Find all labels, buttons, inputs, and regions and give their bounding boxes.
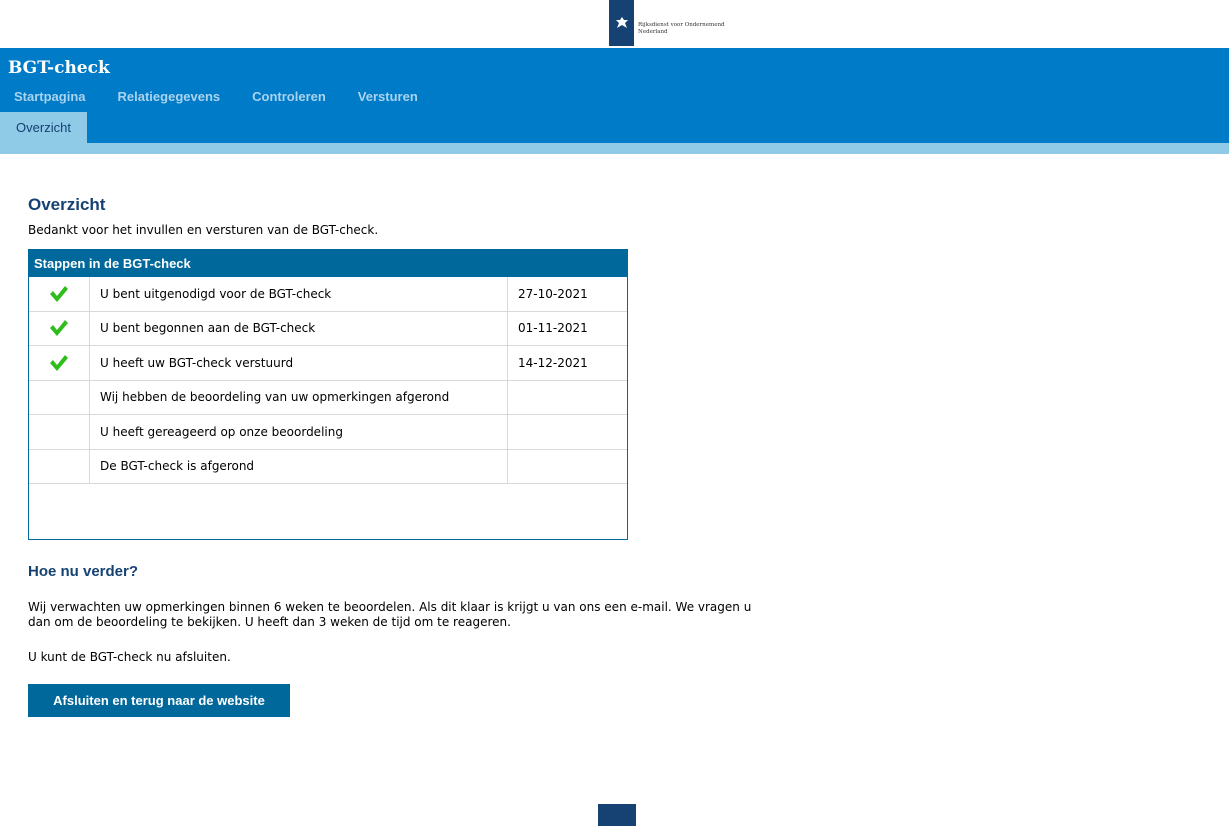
app-header: BGT-check Startpagina Relatiegegevens Co… [0,48,1229,143]
step-status-cell [29,311,90,345]
page-title: Overzicht [28,195,106,214]
step-date: 14-12-2021 [518,355,588,370]
next-steps-section: Hoe nu verder? Wij verwachten uw opmerki… [28,563,768,717]
logo-bar: Rijksdienst voor Ondernemend Nederland [0,0,1229,48]
checkmark-icon [50,285,68,302]
step-label: U bent uitgenodigd voor de BGT-check [90,277,508,311]
step-date [508,450,627,484]
step-date [508,415,627,449]
step-status-cell [29,277,90,311]
intro-text: Bedankt voor het invullen en versturen v… [28,223,379,237]
steps-table: Stappen in de BGT-check U bent uitgenodi… [28,249,628,540]
table-row: U heeft gereageerd op onze beoordeling [29,415,627,450]
step-status-cell [29,380,90,414]
app-title: BGT-check [8,58,110,78]
logo-line-1: Rijksdienst voor Ondernemend [638,22,725,28]
steps-table-body: U bent uitgenodigd voor de BGT-check 27-1… [29,277,627,484]
step-label: U heeft uw BGT-check verstuurd [90,346,508,380]
nav-item-controleren[interactable]: Controleren [252,89,326,104]
step-date: 27-10-2021 [518,286,588,301]
step-label: Wij hebben de beoordeling van uw opmerki… [90,380,508,414]
table-row: Wij hebben de beoordeling van uw opmerki… [29,380,627,415]
checkmark-icon [50,320,68,337]
step-label: U heeft gereageerd op onze beoordeling [90,415,508,449]
coat-of-arms-icon [609,0,634,46]
next-steps-paragraph: Wij verwachten uw opmerkingen binnen 6 w… [28,600,752,629]
nav-item-relatiegegevens[interactable]: Relatiegegevens [118,89,221,104]
table-row: U bent begonnen aan de BGT-check 01-11-20… [29,311,627,346]
step-date: 01-11-2021 [518,321,588,336]
checkmark-icon [50,354,68,371]
logo-line-2: Nederland [638,29,668,35]
tab-overzicht[interactable]: Overzicht [0,112,87,143]
next-steps-title: Hoe nu verder? [28,563,139,580]
nav-item-versturen[interactable]: Versturen [358,89,418,104]
step-label: U bent begonnen aan de BGT-check [90,311,508,345]
footer-block [598,804,636,826]
nav-item-startpagina[interactable]: Startpagina [14,89,86,104]
step-date [508,381,627,415]
steps-table-header: Stappen in de BGT-check [29,250,627,277]
table-row: De BGT-check is afgerond [29,449,627,484]
step-status-cell [29,449,90,483]
closing-text: U kunt de BGT-check nu afsluiten. [28,650,231,664]
step-status-cell [29,346,90,380]
main-nav: Startpagina Relatiegegevens Controleren … [14,89,450,104]
main-content: Overzicht Bedankt voor het invullen en v… [28,195,768,717]
step-status-cell [29,415,90,449]
table-row: U heeft uw BGT-check verstuurd 14-12-2021 [29,346,627,381]
step-label: De BGT-check is afgerond [90,449,508,483]
logo-text: Rijksdienst voor Ondernemend Nederland [638,22,725,36]
table-row: U bent uitgenodigd voor de BGT-check 27-1… [29,277,627,312]
header-strip [0,143,1229,154]
close-and-return-button[interactable]: Afsluiten en terug naar de website [28,684,290,717]
